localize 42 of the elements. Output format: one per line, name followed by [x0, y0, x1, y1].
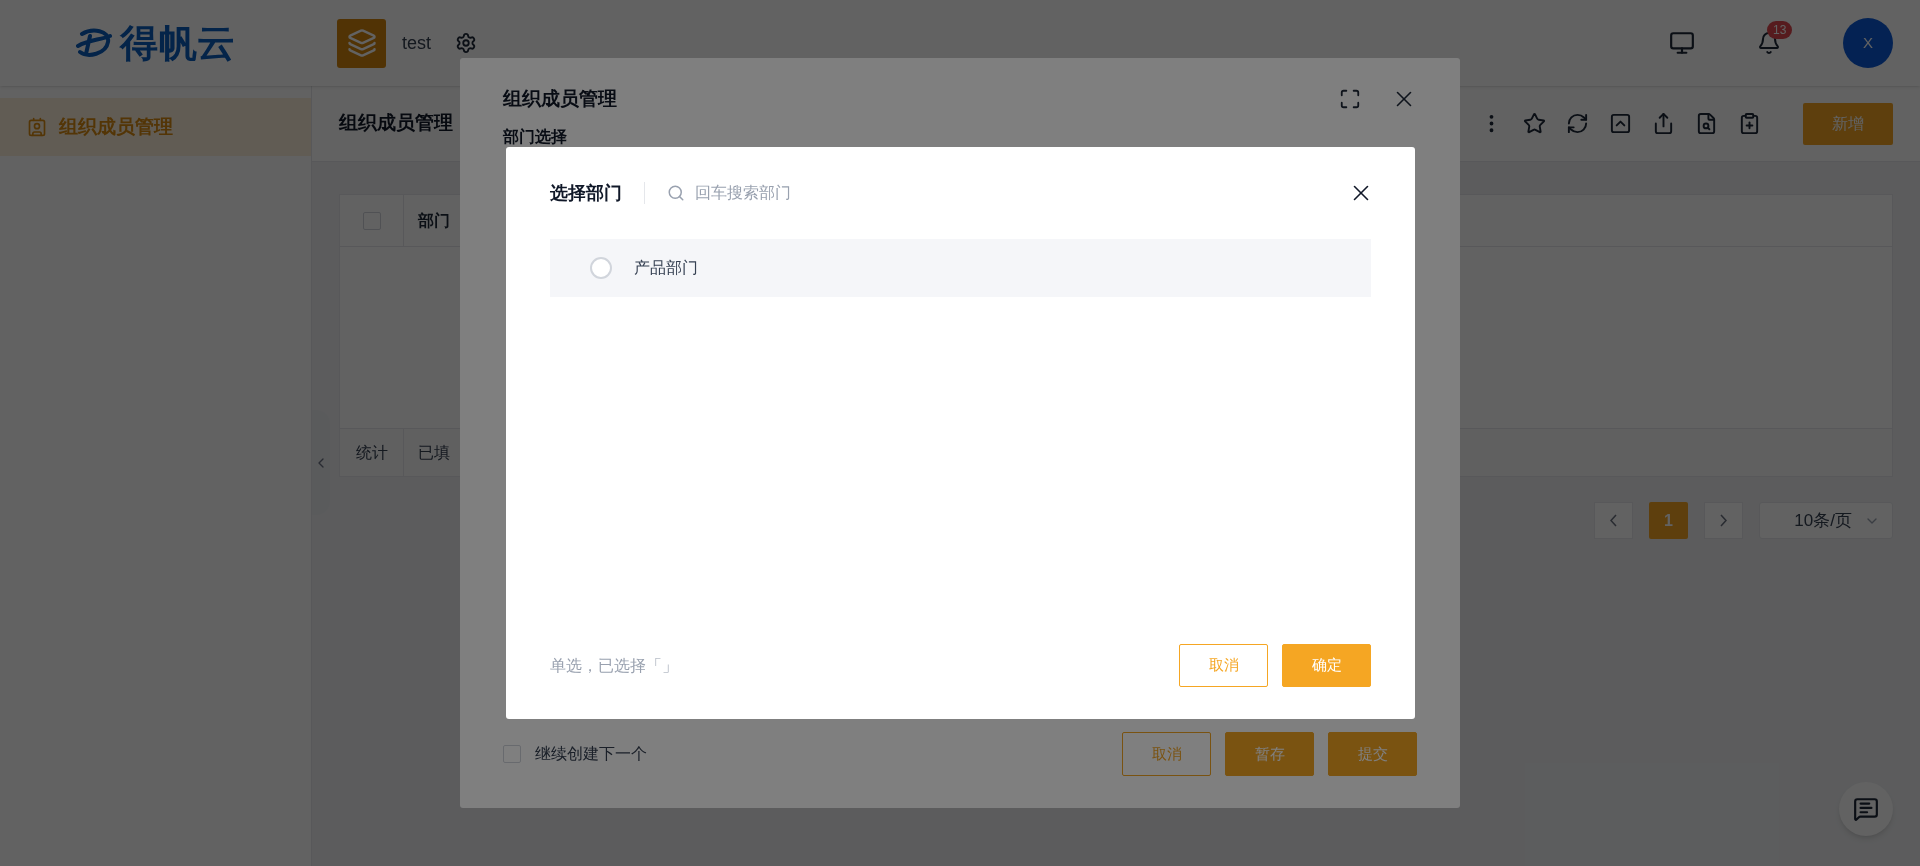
- star-icon[interactable]: [1523, 112, 1546, 135]
- option-label: 产品部门: [634, 258, 698, 278]
- page-title: 组织成员管理: [339, 111, 453, 136]
- primary-button[interactable]: 暂存: [1225, 732, 1314, 776]
- search-icon: [667, 184, 685, 202]
- page-size-select[interactable]: 10条/页: [1759, 502, 1893, 539]
- monitor-icon[interactable]: [1669, 30, 1695, 56]
- app-name: test: [402, 31, 431, 55]
- contact-card-icon: [27, 117, 47, 137]
- sidebar-item[interactable]: 组织成员管理: [0, 98, 311, 156]
- cancel-button[interactable]: 取消: [1179, 644, 1268, 687]
- footer-cell: 统计: [340, 429, 404, 476]
- dialog-title: 组织成员管理: [503, 86, 617, 111]
- file-search-icon[interactable]: [1695, 112, 1718, 135]
- logo-text: 得帆云: [119, 20, 237, 66]
- cancel-button[interactable]: 取消: [1122, 732, 1211, 776]
- column-header: 部门: [417, 210, 450, 231]
- chevron-right-icon: [1720, 514, 1727, 527]
- page-button[interactable]: 1: [1649, 502, 1688, 539]
- clipboard-plus-icon[interactable]: [1738, 112, 1761, 135]
- notification-badge: 13: [1767, 21, 1793, 39]
- share-icon[interactable]: [1652, 112, 1675, 135]
- picker-title: 选择部门: [550, 181, 622, 205]
- radio-button[interactable]: [590, 257, 612, 279]
- primary-button[interactable]: 提交: [1328, 732, 1417, 776]
- settings-icon[interactable]: [455, 32, 477, 54]
- chat-icon: [1853, 796, 1879, 822]
- primary-button[interactable]: 确定: [1282, 644, 1371, 687]
- refresh-icon[interactable]: [1566, 112, 1589, 135]
- footer-cell-text: 已填: [417, 442, 450, 463]
- checkbox-label: 继续创建下一个: [535, 744, 647, 764]
- collapse-icon[interactable]: [1609, 112, 1632, 135]
- user-avatar[interactable]: X: [1843, 18, 1893, 68]
- field-label: 部门选择: [503, 128, 567, 146]
- chat-button[interactable]: [1839, 782, 1893, 836]
- add-button[interactable]: 新增: [1803, 102, 1893, 145]
- fullscreen-icon[interactable]: [1339, 88, 1361, 110]
- app-icon[interactable]: [337, 18, 386, 68]
- department-option[interactable]: 产品部门: [550, 239, 1371, 297]
- selection-summary: 单选，已选择「」: [550, 655, 678, 676]
- search-field[interactable]: 回车搜索部门: [695, 181, 995, 205]
- chevron-left-icon: [1610, 514, 1617, 527]
